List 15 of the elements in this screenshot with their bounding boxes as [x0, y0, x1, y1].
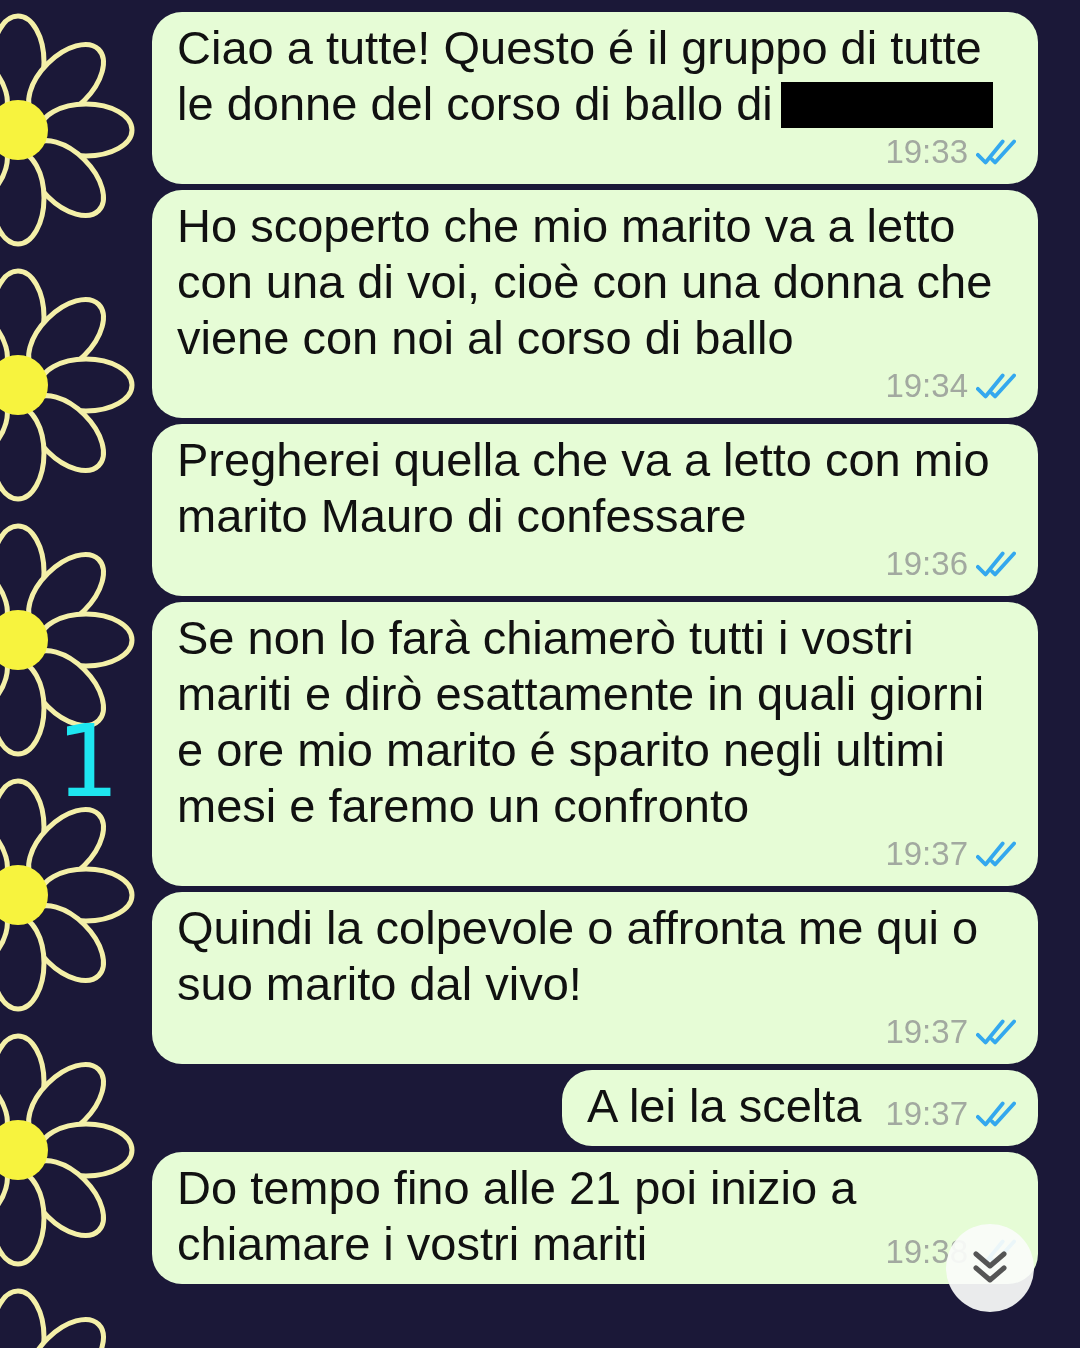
- message-time: 19:38: [885, 1233, 968, 1271]
- message-text: Se non lo farà chiamerò tutti i vostri mariti e dirò esattamente in quali giorni e ore mio marito é sparito negli ultimi mesi e faremo un confronto: [177, 610, 985, 834]
- message-time: 19:33: [885, 133, 968, 171]
- message-time: 19:36: [885, 545, 968, 583]
- message-text: Ho scoperto che mio marito va a letto con una di voi, cioè con una donna che viene con noi al corso di ballo: [177, 198, 993, 366]
- message-text: Quindi la colpevole o affronta me qui o suo marito dal vivo!: [177, 900, 979, 1012]
- message-text: Do tempo fino alle 21 poi inizio a chiamare i vostri mariti: [177, 1160, 857, 1272]
- message-time: 19:34: [885, 367, 968, 405]
- message-time: 19:37: [885, 835, 968, 873]
- message-text: Ciao a tutte! Questo é il gruppo di tutte le donne del corso di ballo di: [177, 20, 993, 132]
- message-text: Pregherei quella che va a letto con mio marito Mauro di confessare: [177, 432, 990, 544]
- message-time: 19:37: [885, 1095, 968, 1133]
- message-time: 19:37: [885, 1013, 968, 1051]
- handwritten-number: 1: [56, 712, 120, 812]
- message-text: A lei la scelta: [587, 1078, 862, 1134]
